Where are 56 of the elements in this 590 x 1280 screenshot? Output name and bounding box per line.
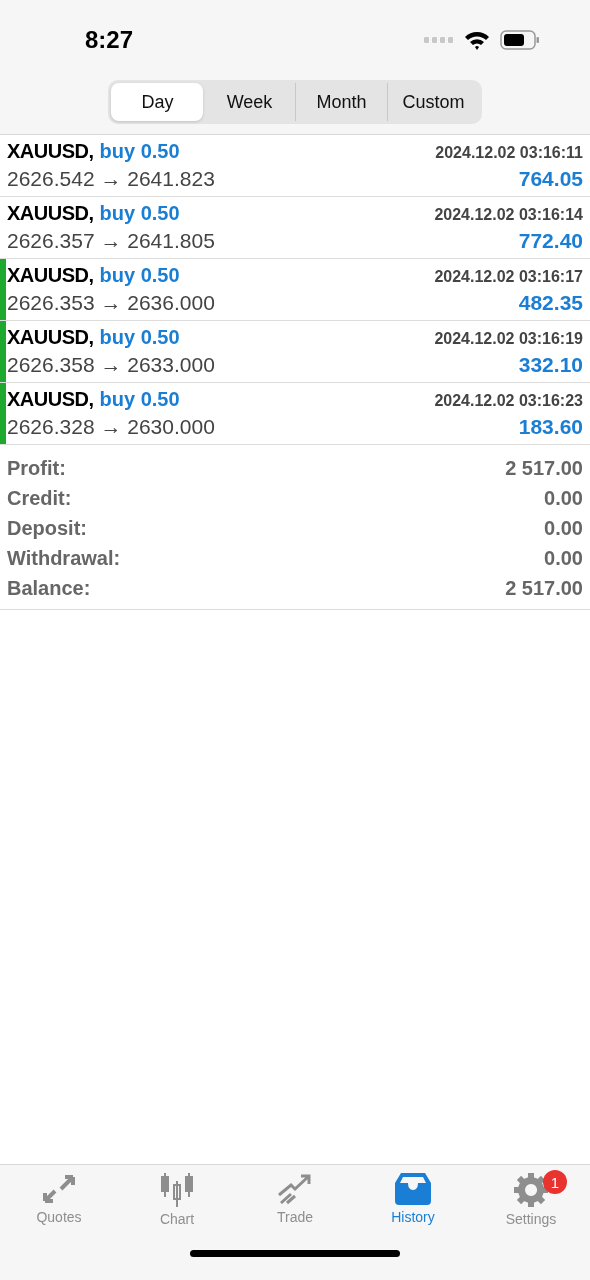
summary-label: Credit: (7, 486, 72, 510)
deal-profit: 482.35 (518, 291, 583, 315)
summary-label: Profit: (7, 456, 66, 480)
status-time: 8:27 (85, 26, 134, 54)
deal-prices: 2626.358 → 2633.000 (7, 353, 215, 377)
deal-prices: 2626.357 → 2641.805 (7, 229, 215, 253)
deal-symbol: XAUUSD, (7, 326, 94, 348)
deal-profit: 183.60 (518, 415, 583, 439)
deal-prices: 2626.542 → 2641.823 (7, 167, 215, 191)
inbox-icon (395, 1173, 431, 1205)
deal-side: buy 0.50 (99, 326, 180, 348)
deal-symbol: XAUUSD, (7, 202, 94, 224)
deal-symbol: XAUUSD, (7, 388, 94, 410)
tab-bar-item[interactable]: History (354, 1165, 472, 1228)
deal-time: 2024.12.02 03:16:23 (434, 392, 583, 410)
deal-side: buy 0.50 (99, 202, 180, 224)
deal-profit: 332.10 (518, 353, 583, 377)
summary-value: 0.00 (544, 546, 583, 570)
deal-time: 2024.12.02 03:16:17 (434, 268, 583, 286)
settings-icon (514, 1173, 548, 1207)
deal-time: 2024.12.02 03:16:19 (434, 330, 583, 348)
signal-icon (424, 37, 454, 43)
candlestick-icon (159, 1173, 195, 1207)
summary-value: 2 517.00 (505, 576, 583, 600)
deal-profit: 764.05 (518, 167, 583, 191)
summary-value: 0.00 (544, 516, 583, 540)
summary-label: Withdrawal: (7, 546, 121, 570)
deal-time: 2024.12.02 03:16:11 (435, 144, 583, 162)
period-tab[interactable]: Week (203, 83, 295, 121)
deal-row[interactable]: XAUUSD, buy 0.50 2024.12.02 03:16:23 2626.328 → 2630.000 183.60 (0, 383, 590, 445)
deal-side: buy 0.50 (99, 264, 180, 286)
deal-time: 2024.12.02 03:16:14 (434, 206, 583, 224)
period-tab[interactable]: Custom (387, 83, 479, 121)
deal-row[interactable]: XAUUSD, buy 0.50 2024.12.02 03:16:14 2626.357 → 2641.805 772.40 (0, 197, 590, 259)
summary-label: Balance: (7, 576, 91, 600)
tab-bar-item[interactable]: Settings 1 (472, 1165, 590, 1228)
deal-row[interactable]: XAUUSD, buy 0.50 2024.12.02 03:16:17 2626.353 → 2636.000 482.35 (0, 259, 590, 321)
deal-side: buy 0.50 (99, 388, 180, 410)
arrows-icon (41, 1173, 77, 1205)
deal-row[interactable]: XAUUSD, buy 0.50 2024.12.02 03:16:19 2626.358 → 2633.000 332.10 (0, 321, 590, 383)
period-tab[interactable]: Month (295, 83, 387, 121)
deal-symbol: XAUUSD, (7, 264, 94, 286)
period-tab[interactable]: Day (111, 83, 203, 121)
summary-value: 2 517.00 (505, 456, 583, 480)
deal-prices: 2626.353 → 2636.000 (7, 291, 215, 315)
deal-symbol: XAUUSD, (7, 140, 94, 162)
summary-value: 0.00 (544, 486, 583, 510)
deal-row[interactable]: XAUUSD, buy 0.50 2024.12.02 03:16:11 2626.542 → 2641.823 764.05 (0, 135, 590, 197)
wifi-icon (464, 30, 490, 50)
notification-badge: 1 (543, 1170, 567, 1194)
deal-prices: 2626.328 → 2630.000 (7, 415, 215, 439)
deal-profit: 772.40 (518, 229, 583, 253)
deal-side: buy 0.50 (99, 140, 180, 162)
summary-label: Deposit: (7, 516, 87, 540)
battery-icon (500, 30, 540, 50)
trend-icon (277, 1173, 313, 1205)
